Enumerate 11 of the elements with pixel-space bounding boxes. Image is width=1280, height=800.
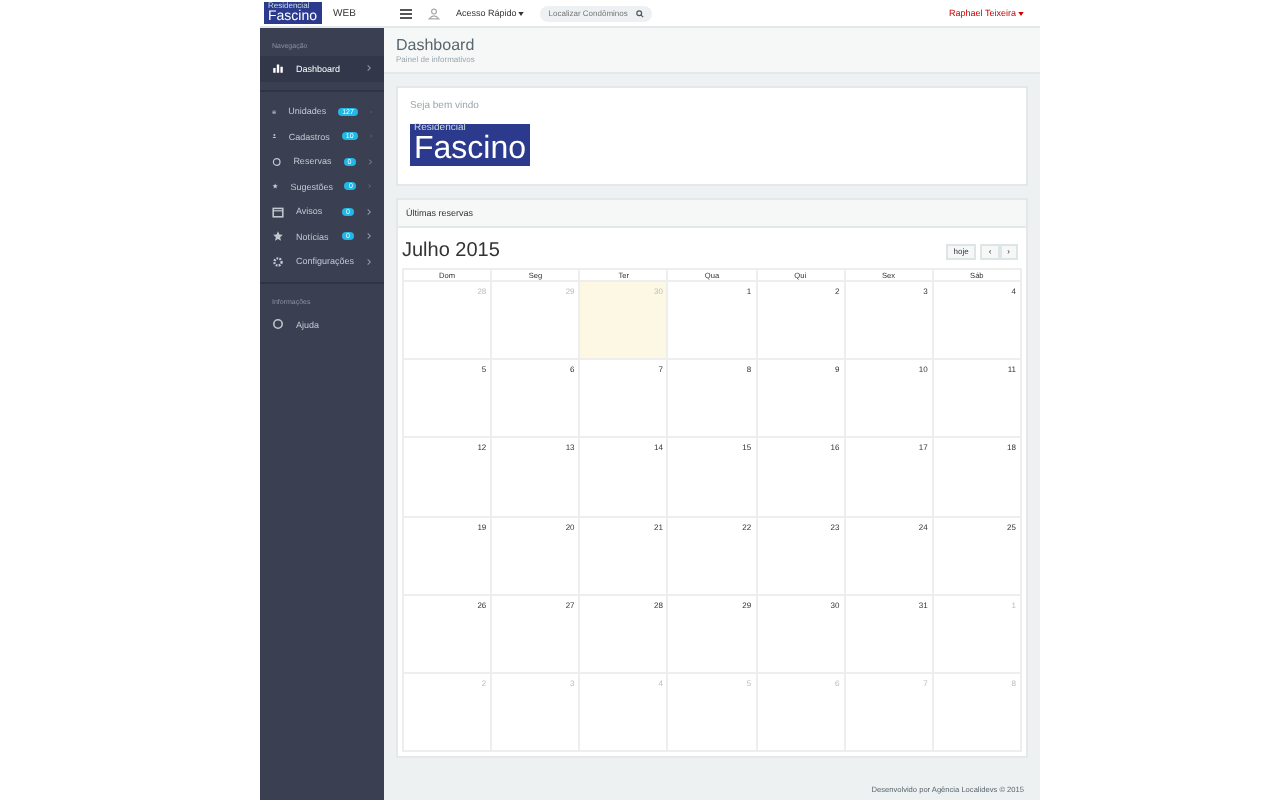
caret-icon xyxy=(518,11,525,16)
page-title: Dashboard xyxy=(396,36,477,54)
gear-icon xyxy=(272,255,284,268)
bar-chart-icon xyxy=(272,62,284,75)
circle-icon xyxy=(272,318,284,331)
caret-icon xyxy=(1018,11,1024,16)
menu-icon[interactable] xyxy=(400,7,412,19)
box-icon xyxy=(272,205,284,218)
circle-icon xyxy=(272,155,282,168)
calendar-title: Julho 2015 xyxy=(402,240,500,262)
star-icon xyxy=(272,230,284,243)
